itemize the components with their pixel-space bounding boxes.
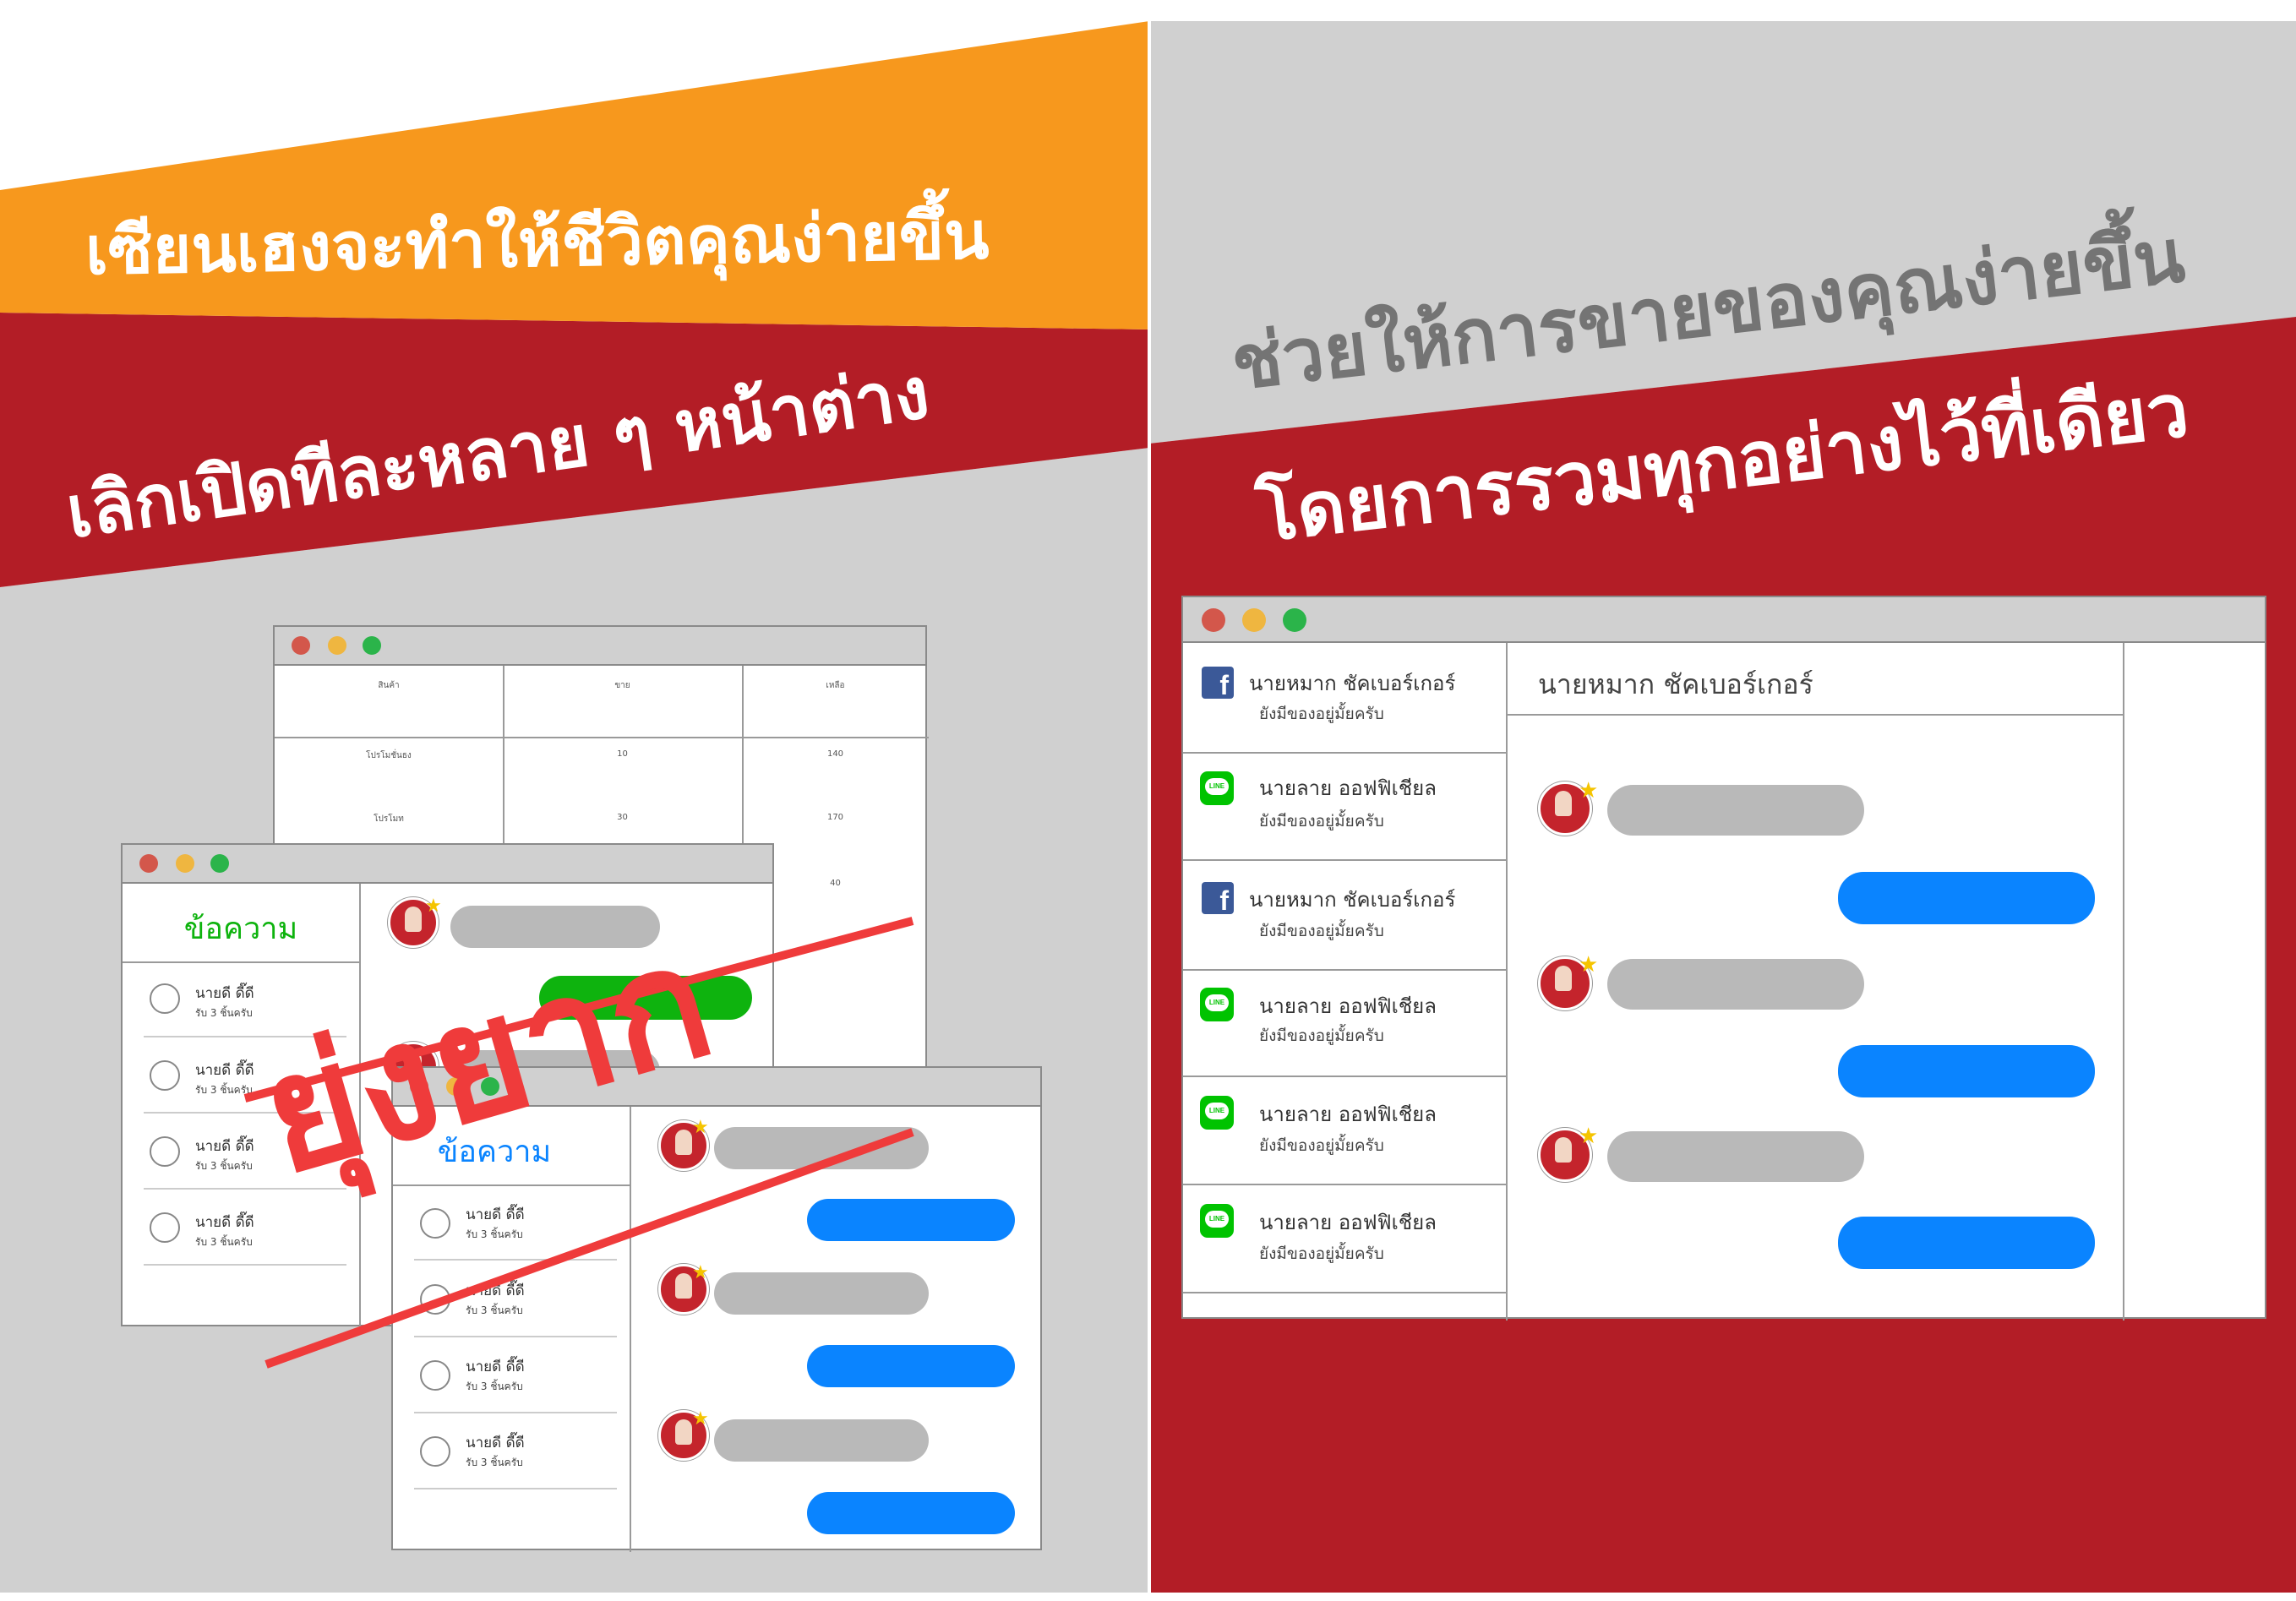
minimize-dot[interactable] [1242,608,1266,632]
window-titlebar [123,845,772,884]
contact-preview: รับ 3 ชิ้นครับ [466,1457,523,1468]
star-icon: ★ [1579,952,1599,977]
table-cell: โปรโมท [374,814,404,824]
conversation-name[interactable]: นายลาย ออฟฟิเชียล [1259,771,1437,804]
contact-avatar [150,1212,180,1243]
contact-avatar [420,1284,450,1315]
incoming-message-bubble [1607,1131,1864,1182]
table-cell: 170 [826,813,844,822]
contact-name[interactable]: นายดี ดี๊ดี [466,1431,525,1454]
table-header: สินค้า [378,681,400,690]
conversation-preview: ยังมีของอยู่มั้ยครับ [1259,812,1384,830]
outgoing-message-bubble [807,1199,1015,1241]
incoming-message-bubble [1607,959,1864,1010]
line-icon: LINE [1200,771,1234,805]
contact-name[interactable]: นายดี ดี๊ดี [195,1059,254,1081]
outgoing-message-bubble [807,1492,1015,1534]
facebook-icon: f [1202,667,1234,699]
minimize-dot[interactable] [328,636,346,655]
conversation-preview: ยังมีของอยู่มั้ยครับ [1259,922,1384,940]
contact-name[interactable]: นายดี ดี๊ดี [466,1279,525,1302]
contact-avatar [150,983,180,1014]
conversation-preview: ยังมีของอยู่มั้ยครับ [1259,1244,1384,1263]
incoming-message-bubble [1607,785,1864,836]
unified-inbox-window: นายหมาก ชัคเบอร์เกอร์ f นายหมาก ชัคเบอร์… [1181,596,2266,1321]
line-icon: LINE [1200,1096,1234,1130]
contact-preview: รับ 3 ชิ้นครับ [195,1236,253,1248]
close-dot[interactable] [292,636,310,655]
contact-name[interactable]: นายดี ดี๊ดี [195,1211,254,1233]
incoming-message-bubble [714,1272,929,1315]
conversation-name[interactable]: นายลาย ออฟฟิเชียล [1259,1206,1437,1239]
minimize-dot[interactable] [176,854,194,873]
outgoing-message-bubble [1838,1217,2095,1269]
incoming-message-bubble [714,1127,929,1169]
star-icon: ★ [692,1408,709,1429]
contact-avatar [150,1060,180,1091]
contact-preview: รับ 3 ชิ้นครับ [466,1304,523,1316]
maximize-dot[interactable] [363,636,381,655]
messages-header: ข้อความ [183,912,298,946]
contact-preview: รับ 3 ชิ้นครับ [195,1084,253,1096]
star-icon: ★ [1579,1124,1599,1149]
facebook-icon: f [1202,882,1234,914]
line-icon: LINE [1200,1204,1234,1238]
close-dot[interactable] [1202,608,1225,632]
window-titlebar [1183,597,2265,643]
contact-name[interactable]: นายดี ดี๊ดี [466,1355,525,1378]
conversation-name[interactable]: นายลาย ออฟฟิเชียล [1259,1097,1437,1130]
conversation-preview: ยังมีของอยู่มั้ยครับ [1259,1026,1384,1045]
maximize-dot[interactable] [210,854,229,873]
outgoing-message-bubble [807,1345,1015,1387]
contact-name[interactable]: นายดี ดี๊ดี [466,1203,525,1226]
table-cell: โปรโมชั่นธง [366,751,412,760]
conversation-name[interactable]: นายลาย ออฟฟิเชียล [1259,989,1437,1022]
contact-avatar [150,1136,180,1167]
contact-preview: รับ 3 ชิ้นครับ [466,1228,523,1240]
contact-preview: รับ 3 ชิ้นครับ [195,1160,253,1172]
top-left-headline: เซียนเฮงจะทำให้ชีวิตคุณง่ายขึ้น [85,198,990,290]
line-icon: LINE [1200,988,1234,1021]
conversation-name[interactable]: นายหมาก ชัคเบอร์เกอร์ [1249,883,1455,916]
conversation-preview: ยังมีของอยู่มั้ยครับ [1259,705,1384,723]
outgoing-message-bubble [1838,1045,2095,1097]
conversation-name[interactable]: นายหมาก ชัคเบอร์เกอร์ [1249,667,1455,700]
contact-avatar [420,1436,450,1467]
chat-title: นายหมาก ชัคเบอร์เกอร์ [1538,668,1813,700]
contact-avatar [420,1208,450,1239]
star-icon: ★ [692,1262,709,1283]
table-cell: 140 [826,749,844,759]
star-icon: ★ [425,896,442,917]
table-header: เหลือ [826,681,845,690]
table-cell: 10 [617,749,628,759]
close-dot[interactable] [139,854,158,873]
table-header: ขาย [614,681,630,690]
incoming-message-bubble [714,1419,929,1462]
conversation-preview: ยังมีของอยู่มั้ยครับ [1259,1136,1384,1155]
contact-preview: รับ 3 ชิ้นครับ [466,1380,523,1392]
window-titlebar [275,627,925,666]
contact-name[interactable]: นายดี ดี๊ดี [195,1135,254,1157]
table-cell: 30 [617,813,628,822]
contact-avatar [420,1360,450,1391]
maximize-dot[interactable] [1283,608,1306,632]
star-icon: ★ [1579,778,1599,803]
outgoing-message-bubble [1838,872,2095,924]
